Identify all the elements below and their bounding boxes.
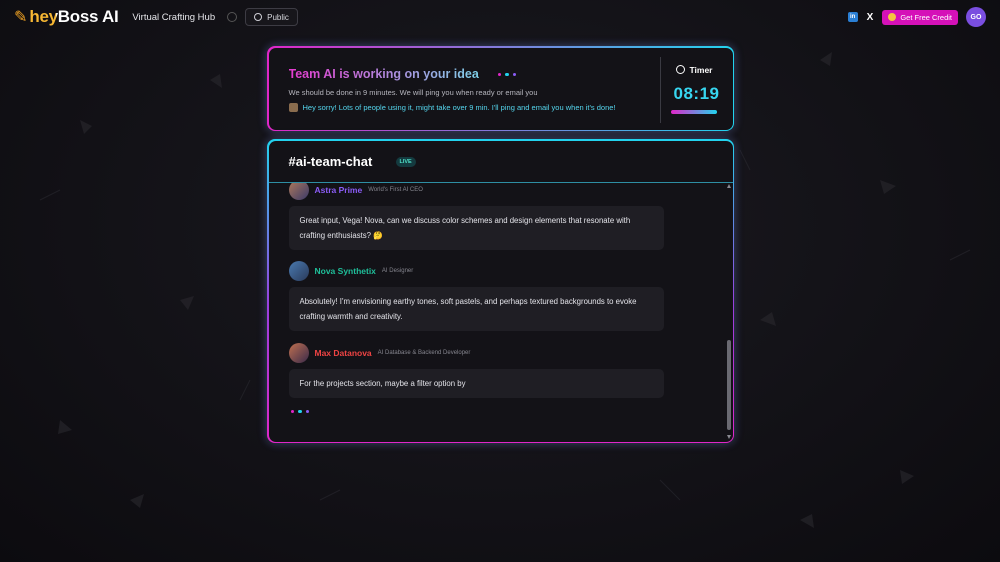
x-icon[interactable]: X [867,12,874,23]
sender-role: AI Designer [381,267,414,274]
credit-label: Get Free Credit [900,12,952,22]
top-navigation-bar: ✎ heyBoss AI Virtual Crafting Hub Public… [0,0,1000,34]
avatar [288,260,309,281]
globe-icon [254,13,263,21]
public-visibility-button[interactable]: Public [245,8,298,26]
get-free-credit-button[interactable]: Get Free Credit [882,9,958,25]
sender-name: Nova Synthetix [314,265,376,276]
message-text: Absolutely! I'm envisioning earthy tones… [288,286,664,331]
chat-scrollbar[interactable] [726,183,732,440]
user-avatar[interactable]: GO [966,7,986,27]
linkedin-icon[interactable]: in [847,12,858,22]
typing-indicator-icon [290,409,314,413]
timer-progress-bar [670,109,717,114]
timer-label-text: Timer [689,64,713,75]
timer-label: Timer [675,64,713,75]
chat-message: Nova Synthetix AI Designer Absolutely! I… [288,260,664,331]
avatar [288,342,309,363]
chat-title: #ai-team-chat [288,153,373,169]
chat-message: Max Datanova AI Database & Backend Devel… [288,342,664,398]
timer-value: 08:19 [673,83,720,103]
coin-icon [888,13,897,21]
public-label: Public [267,12,289,22]
brand-name: heyBoss AI [29,7,119,26]
sender-role: World's First AI CEO [368,186,423,193]
message-text: Great input, Vega! Nova, can we discuss … [288,205,664,250]
chat-message: Astra Prime World's First AI CEO Great i… [288,182,664,250]
working-dots-icon [497,72,521,76]
status-note: Hey sorry! Lots of people using it, migh… [288,102,616,112]
clock-icon [675,65,685,74]
header-actions: in X Get Free Credit GO [847,7,986,27]
sender-name: Max Datanova [314,347,372,358]
avatar-emoji-icon [288,102,298,112]
sender-role: AI Database & Backend Developer [377,349,471,356]
scroll-up-arrow-icon[interactable] [726,183,731,188]
status-subtitle: We should be done in 9 minutes. We will … [288,87,538,97]
chat-header: #ai-team-chat LIVE [268,141,733,183]
avatar [288,182,309,200]
sender-name: Astra Prime [314,184,363,195]
status-title: Team AI is working on your idea [288,66,479,81]
status-card: Team AI is working on your idea We shoul… [267,46,734,131]
scroll-thumb[interactable] [727,339,731,430]
logo-mark-icon: ✎ [14,9,28,26]
status-note-text: Hey sorry! Lots of people using it, migh… [302,102,616,112]
settings-icon[interactable] [227,12,238,22]
live-badge: LIVE [395,156,416,167]
chat-messages[interactable]: Astra Prime World's First AI CEO Great i… [269,182,733,441]
chat-card: #ai-team-chat LIVE Astra Prime World's F… [267,139,734,443]
scroll-down-arrow-icon[interactable] [726,434,731,439]
message-text: For the projects section, maybe a filter… [288,368,664,398]
heyboss-logo[interactable]: ✎ heyBoss AI [14,6,119,28]
project-title: Virtual Crafting Hub [132,11,216,23]
timer-divider [659,56,661,123]
